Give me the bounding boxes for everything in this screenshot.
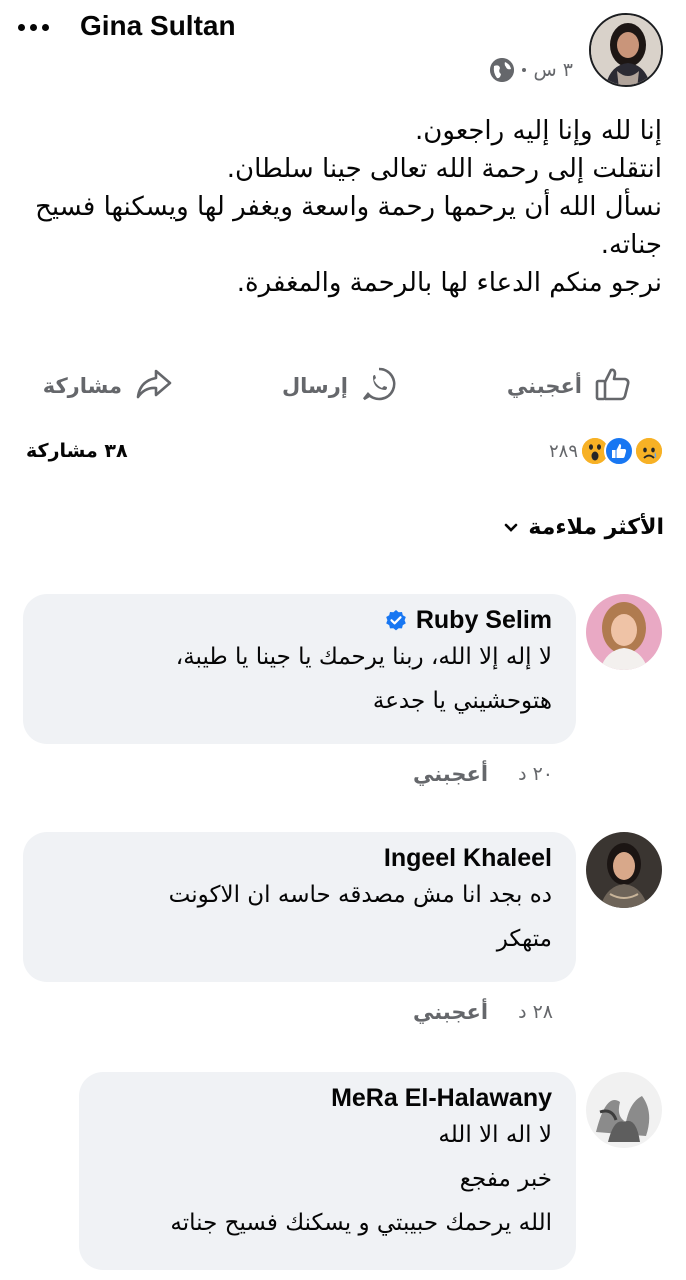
commenter-avatar[interactable] bbox=[586, 594, 662, 670]
send-button[interactable]: إرسال bbox=[282, 360, 398, 412]
comment-sort-dropdown[interactable]: الأكثر ملاءمة bbox=[504, 515, 664, 540]
whatsapp-icon bbox=[360, 365, 398, 407]
sort-label: الأكثر ملاءمة bbox=[528, 515, 664, 540]
comment-bubble: Ingeel Khaleel ده بجد انا مش مصدقه حاسه … bbox=[23, 832, 576, 982]
globe-icon bbox=[489, 58, 514, 82]
post-meta: ٣ س bbox=[489, 58, 573, 82]
share-label: مشاركة bbox=[42, 374, 122, 398]
comment-line: هتوحشيني يا جدعة bbox=[372, 688, 552, 714]
commenter-name-row: Ruby Selim bbox=[47, 606, 552, 635]
commenter-name-row: Ingeel Khaleel bbox=[47, 844, 552, 873]
comment-line: لا إله إلا الله، ربنا يرحمك يا جينا يا ط… bbox=[175, 644, 552, 670]
share-arrow-icon bbox=[134, 365, 174, 407]
post-line: جناته. bbox=[600, 230, 662, 260]
thumbs-up-icon bbox=[594, 365, 632, 407]
commenter-name-row: MeRa El-Halawany bbox=[103, 1084, 552, 1113]
post-time[interactable]: ٣ س bbox=[534, 59, 573, 81]
commenter-name[interactable]: Ingeel Khaleel bbox=[384, 844, 552, 873]
like-button[interactable]: أعجبني bbox=[507, 360, 632, 412]
post-line: انتقلت إلى رحمة الله تعالى جينا سلطان. bbox=[226, 154, 662, 184]
comment-time[interactable]: ٢٠ د bbox=[518, 763, 553, 785]
comment-meta: ٢٨ د أعجبني bbox=[413, 1000, 553, 1024]
comment-line: ده بجد انا مش مصدقه حاسه ان الاكونت bbox=[168, 882, 552, 908]
comment-line: الله يرحمك حبيبتي و يسكنك فسيح جناته bbox=[170, 1210, 552, 1236]
like-icon bbox=[604, 436, 634, 466]
share-button[interactable]: مشاركة bbox=[43, 360, 174, 412]
post-line: إنا لله وإنا إليه راجعون. bbox=[415, 116, 662, 146]
author-avatar[interactable] bbox=[589, 13, 663, 87]
post-text: إنا لله وإنا إليه راجعون. انتقلت إلى رحم… bbox=[22, 112, 662, 302]
reactions-summary[interactable]: ٢٨٩ bbox=[549, 436, 664, 466]
send-label: إرسال bbox=[281, 374, 348, 398]
shares-count[interactable]: ٣٨ مشاركة bbox=[26, 440, 128, 462]
comment-like-button[interactable]: أعجبني bbox=[413, 762, 488, 786]
comment-time[interactable]: ٢٨ د bbox=[518, 1001, 553, 1023]
separator-dot bbox=[521, 68, 526, 72]
comment-line: خبر مفجع bbox=[459, 1166, 552, 1192]
post-line: نسأل الله أن يرحمها رحمة واسعة ويغفر لها… bbox=[35, 192, 662, 222]
comment-line: لا اله الا الله bbox=[438, 1122, 552, 1148]
sad-icon bbox=[634, 436, 664, 466]
comment-bubble: MeRa El-Halawany لا اله الا الله خبر مفج… bbox=[79, 1072, 576, 1270]
verified-badge-icon bbox=[384, 609, 408, 633]
comment-meta: ٢٠ د أعجبني bbox=[413, 762, 553, 786]
reactions-count: ٢٨٩ bbox=[548, 440, 578, 462]
like-label: أعجبني bbox=[506, 374, 582, 398]
commenter-name[interactable]: Ruby Selim bbox=[416, 606, 552, 635]
post-line: نرجو منكم الدعاء لها بالرحمة والمغفرة. bbox=[236, 268, 662, 298]
post-author-name[interactable]: Gina Sultan bbox=[80, 10, 236, 42]
commenter-avatar[interactable] bbox=[586, 1072, 662, 1148]
reaction-icons bbox=[580, 436, 664, 466]
commenter-name[interactable]: MeRa El-Halawany bbox=[331, 1084, 552, 1113]
chevron-down-icon bbox=[504, 518, 518, 537]
comment-like-button[interactable]: أعجبني bbox=[413, 1000, 488, 1024]
commenter-avatar[interactable] bbox=[586, 832, 662, 908]
comment-line: متهكر bbox=[496, 926, 552, 952]
comment-bubble: Ruby Selim لا إله إلا الله، ربنا يرحمك ي… bbox=[23, 594, 576, 744]
more-options-icon[interactable] bbox=[18, 14, 58, 40]
